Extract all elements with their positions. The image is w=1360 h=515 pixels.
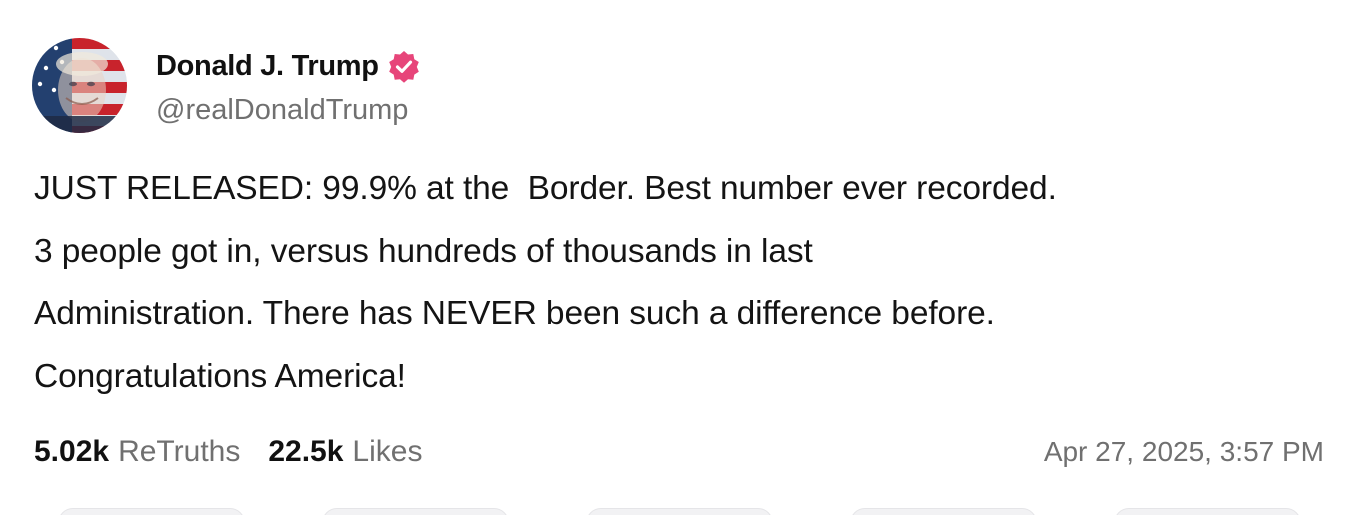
- avatar[interactable]: [32, 38, 127, 133]
- retruths-label: ReTruths: [118, 435, 241, 468]
- reply-button[interactable]: [58, 508, 245, 515]
- avatar-flag-portrait-icon: [32, 38, 127, 133]
- author-handle[interactable]: @realDonaldTrump: [156, 94, 408, 127]
- retruths-count: 5.02k: [34, 435, 110, 468]
- retruths-stat[interactable]: 5.02k ReTruths: [34, 435, 240, 469]
- retruth-button[interactable]: [322, 508, 509, 515]
- more-button[interactable]: [1114, 508, 1301, 515]
- author-name[interactable]: Donald J. Trump: [156, 50, 379, 83]
- post-stats: 5.02k ReTruths 22.5k Likes: [34, 430, 450, 474]
- like-button[interactable]: [586, 508, 773, 515]
- post-body: JUST RELEASED: 99.9% at the Border. Best…: [34, 170, 1057, 395]
- action-bar: [0, 500, 1360, 515]
- verified-badge-icon: [387, 49, 421, 83]
- likes-count: 22.5k: [268, 435, 344, 468]
- author-row: Donald J. Trump: [156, 46, 421, 86]
- post-timestamp[interactable]: Apr 27, 2025, 3:57 PM: [1044, 430, 1324, 474]
- likes-stat[interactable]: 22.5k Likes: [268, 435, 422, 469]
- truth-post: Donald J. Trump @realDonaldTrump JUST RE…: [0, 0, 1360, 515]
- share-button[interactable]: [850, 508, 1037, 515]
- likes-label: Likes: [352, 435, 423, 468]
